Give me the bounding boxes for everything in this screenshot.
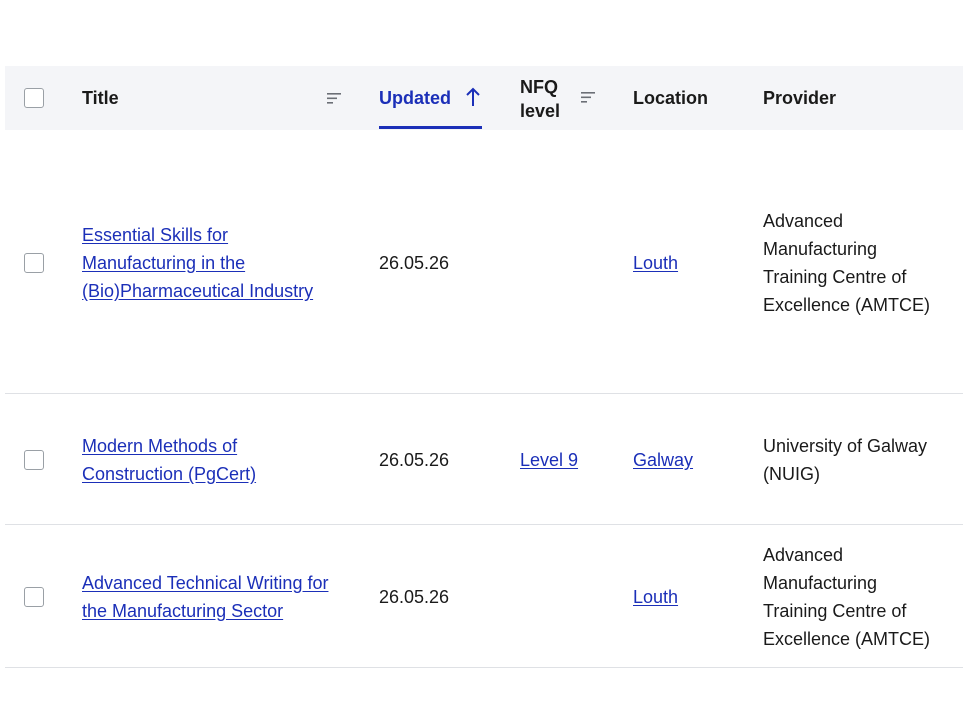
table-row: Modern Methods of Construction (PgCert) … bbox=[5, 394, 963, 525]
provider-line: Advanced bbox=[763, 545, 844, 565]
title-line[interactable]: the Manufacturing Sector bbox=[82, 601, 283, 621]
header-updated-label: Updated bbox=[379, 88, 451, 108]
provider-line: Training Centre of bbox=[763, 267, 907, 287]
location[interactable]: Louth bbox=[633, 249, 678, 277]
table-header-row: Title Updated NFQ level Location Provide… bbox=[5, 66, 963, 130]
updated-date: 26.05.26 bbox=[379, 253, 450, 273]
title-line[interactable]: (Bio)Pharmaceutical Industry bbox=[82, 281, 313, 301]
header-location-label: Location bbox=[633, 88, 708, 108]
sort-ascending-arrow-icon bbox=[466, 87, 480, 106]
header-nfq-label-line1: NFQ bbox=[520, 77, 558, 97]
updated-date: 26.05.26 bbox=[379, 450, 450, 470]
header-title[interactable]: Title bbox=[82, 66, 342, 130]
provider-line: Advanced bbox=[763, 211, 844, 231]
sort-icon[interactable] bbox=[580, 91, 596, 105]
provider-name: Advanced Manufacturing Training Centre o… bbox=[763, 541, 930, 653]
location-link[interactable]: Galway bbox=[633, 450, 693, 470]
table-row: Advanced Technical Writing for the Manuf… bbox=[5, 525, 963, 668]
location-link[interactable]: Louth bbox=[633, 253, 678, 273]
header-provider: Provider bbox=[763, 66, 953, 130]
header-title-label: Title bbox=[82, 88, 119, 108]
header-provider-label: Provider bbox=[763, 88, 837, 108]
header-location: Location bbox=[633, 66, 753, 130]
location[interactable]: Louth bbox=[633, 583, 678, 611]
title-line[interactable]: Essential Skills for bbox=[82, 225, 228, 245]
header-nfq-level[interactable]: NFQ level bbox=[520, 66, 620, 130]
course-title-link[interactable]: Advanced Technical Writing for the Manuf… bbox=[82, 569, 328, 625]
provider-line: University of Galway bbox=[763, 436, 928, 456]
title-line[interactable]: Manufacturing in the bbox=[82, 253, 245, 273]
updated-date: 26.05.26 bbox=[379, 587, 450, 607]
course-title-link[interactable]: Modern Methods of Construction (PgCert) bbox=[82, 432, 256, 488]
sort-icon[interactable] bbox=[326, 92, 342, 106]
row-select-checkbox[interactable] bbox=[24, 450, 44, 470]
provider-line: (NUIG) bbox=[763, 464, 820, 484]
provider-line: Training Centre of bbox=[763, 601, 907, 621]
nfq-level[interactable]: Level 9 bbox=[520, 446, 578, 474]
provider-line: Manufacturing bbox=[763, 573, 878, 593]
provider-line: Manufacturing bbox=[763, 239, 878, 259]
select-all-checkbox[interactable] bbox=[24, 88, 44, 108]
provider-name: Advanced Manufacturing Training Centre o… bbox=[763, 207, 930, 319]
title-line[interactable]: Construction (PgCert) bbox=[82, 464, 256, 484]
header-updated[interactable]: Updated bbox=[379, 66, 489, 130]
location-link[interactable]: Louth bbox=[633, 587, 678, 607]
header-nfq-label-line2: level bbox=[520, 101, 561, 121]
provider-line: Excellence (AMTCE) bbox=[763, 295, 931, 315]
location[interactable]: Galway bbox=[633, 446, 693, 474]
provider-name: University of Galway (NUIG) bbox=[763, 432, 927, 488]
title-line[interactable]: Advanced Technical Writing for bbox=[82, 573, 328, 593]
table-row: Essential Skills for Manufacturing in th… bbox=[5, 130, 963, 394]
nfq-level-link[interactable]: Level 9 bbox=[520, 450, 578, 470]
row-select-checkbox[interactable] bbox=[24, 587, 44, 607]
results-table: Title Updated NFQ level Location Provide… bbox=[5, 66, 963, 668]
title-line[interactable]: Modern Methods of bbox=[82, 436, 237, 456]
row-select-checkbox[interactable] bbox=[24, 253, 44, 273]
active-sort-underline bbox=[379, 126, 482, 129]
course-title-link[interactable]: Essential Skills for Manufacturing in th… bbox=[82, 221, 313, 305]
provider-line: Excellence (AMTCE) bbox=[763, 629, 931, 649]
